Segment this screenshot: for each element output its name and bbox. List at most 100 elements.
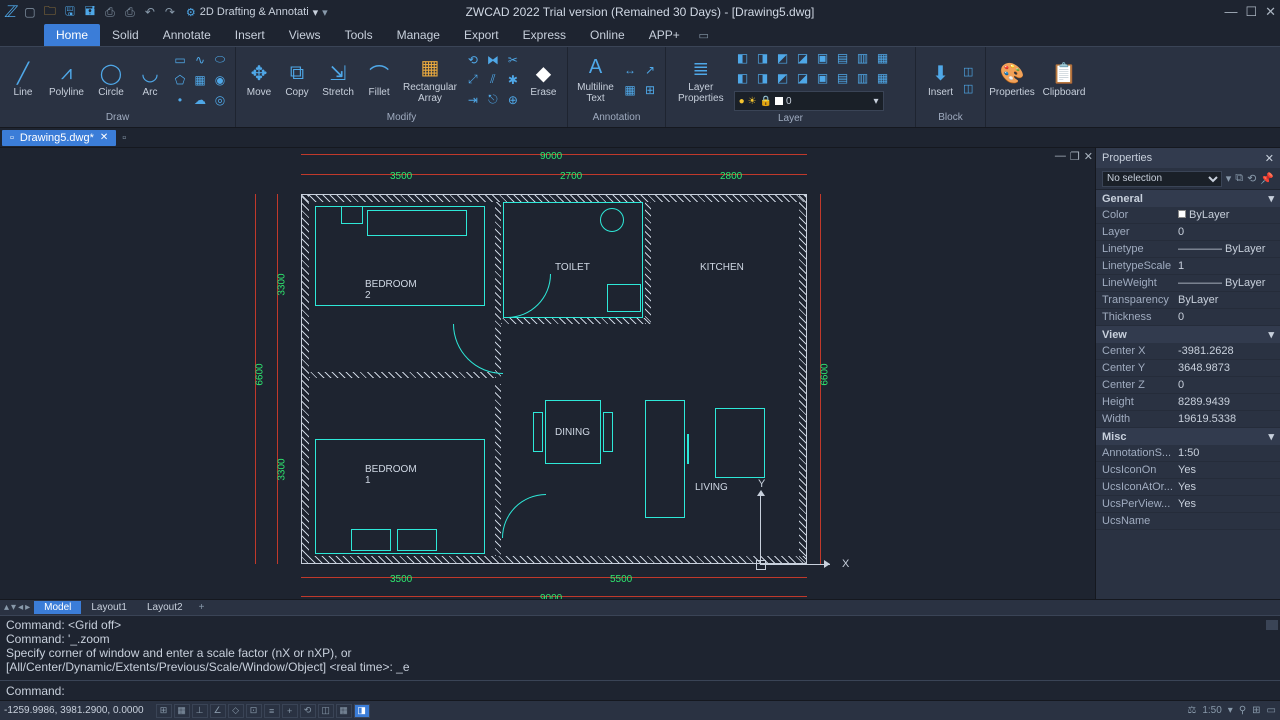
- section-general[interactable]: General▾: [1096, 190, 1280, 207]
- layer-tool-icon[interactable]: ▦: [874, 49, 892, 67]
- workspace-selector[interactable]: ⚙ 2D Drafting & Annotati ▾ ▾: [186, 6, 328, 19]
- anno-scale-icon[interactable]: ⚖: [1187, 705, 1196, 716]
- block-tool-icon[interactable]: ◫: [963, 65, 973, 78]
- extend-icon[interactable]: ⇥: [464, 91, 482, 109]
- nav-next-icon[interactable]: ▸: [25, 602, 30, 613]
- join-icon[interactable]: ⊕: [504, 91, 522, 109]
- polyline-button[interactable]: ⩘Polyline: [44, 59, 89, 100]
- prop-row[interactable]: LinetypeScale1: [1096, 258, 1280, 275]
- toggle-icon[interactable]: ⟲: [1247, 172, 1256, 185]
- model-toggle[interactable]: ◫: [318, 704, 334, 718]
- smartplot-icon[interactable]: ⎙: [122, 4, 138, 20]
- layout-tab-2[interactable]: Layout2: [137, 601, 193, 614]
- prop-row[interactable]: UcsIconOnYes: [1096, 462, 1280, 479]
- ribbon-tab-online[interactable]: Online: [578, 24, 637, 46]
- drawing-canvas[interactable]: — ❐ ✕ 9000 3500 2700 2800 6600 3300 3300…: [0, 148, 1095, 599]
- hatch-icon[interactable]: ▦: [191, 71, 209, 89]
- prop-row[interactable]: Width19619.5338: [1096, 411, 1280, 428]
- coordinates[interactable]: -1259.9986, 3981.2900, 0.0000: [4, 705, 144, 716]
- leader-icon[interactable]: ↗: [641, 61, 659, 79]
- layer-tool-icon[interactable]: ▣: [814, 49, 832, 67]
- clean-icon[interactable]: ▭: [1267, 705, 1276, 716]
- fillet-button[interactable]: ⌒Fillet: [362, 59, 396, 100]
- dyn-toggle[interactable]: +: [282, 704, 298, 718]
- layer-properties-button[interactable]: ≣Layer Properties: [672, 54, 730, 106]
- document-tab[interactable]: ▫ Drawing5.dwg* ✕: [2, 130, 116, 146]
- prop-row[interactable]: UcsPerView...Yes: [1096, 496, 1280, 513]
- osnap-toggle[interactable]: ◇: [228, 704, 244, 718]
- minimize-button[interactable]: —: [1224, 4, 1237, 20]
- saveas-icon[interactable]: 🖬: [82, 4, 98, 20]
- block-tool-icon[interactable]: ◫: [963, 82, 973, 95]
- ribbon-tab-annotate[interactable]: Annotate: [151, 24, 223, 46]
- layer-tool-icon[interactable]: ◨: [754, 49, 772, 67]
- line-button[interactable]: ╱Line: [6, 59, 40, 100]
- prop-row[interactable]: Thickness0: [1096, 309, 1280, 326]
- chevron-down-icon[interactable]: ▾: [1228, 705, 1233, 716]
- layer-combo[interactable]: ● ☀ 🔒 0 ▾: [734, 91, 884, 111]
- redo-icon[interactable]: ↷: [162, 4, 178, 20]
- ribbon-tab-app[interactable]: APP+: [637, 24, 692, 46]
- break-icon[interactable]: ⎋: [484, 91, 502, 109]
- layer-tool-icon[interactable]: ◧: [734, 69, 752, 87]
- otrack-toggle[interactable]: ⊡: [246, 704, 262, 718]
- revcloud-icon[interactable]: ☁: [191, 91, 209, 109]
- ribbon-tab-tools[interactable]: Tools: [333, 24, 385, 46]
- ribbon-extra-icon[interactable]: ▭: [692, 24, 716, 46]
- ribbon-tab-express[interactable]: Express: [511, 24, 578, 46]
- mdi-minimize[interactable]: —: [1055, 150, 1066, 163]
- workspace-icon[interactable]: ⊞: [1252, 705, 1260, 716]
- layer-tool-icon[interactable]: ◪: [794, 69, 812, 87]
- close-button[interactable]: ✕: [1265, 4, 1276, 20]
- plot-icon[interactable]: ⎙: [102, 4, 118, 20]
- layer-tool-icon[interactable]: ▦: [874, 69, 892, 87]
- layer-tool-icon[interactable]: ◧: [734, 49, 752, 67]
- arc-button[interactable]: ◡Arc: [133, 59, 167, 100]
- scale-label[interactable]: 1:50: [1202, 705, 1221, 716]
- prop-row[interactable]: LineWeight———— ByLayer: [1096, 275, 1280, 292]
- region-icon[interactable]: ◉: [211, 71, 229, 89]
- polygon-icon[interactable]: ⬠: [171, 71, 189, 89]
- ribbon-tab-insert[interactable]: Insert: [223, 24, 277, 46]
- clipboard-button[interactable]: 📋Clipboard: [1044, 59, 1084, 100]
- new-icon[interactable]: ▢: [22, 4, 38, 20]
- command-history[interactable]: Command: <Grid off> Command: '_.zoom Spe…: [0, 616, 1280, 680]
- prop-row[interactable]: ColorByLayer: [1096, 207, 1280, 224]
- layer-tool-icon[interactable]: ▤: [834, 49, 852, 67]
- table-icon[interactable]: ▦: [621, 81, 639, 99]
- layout-tab-1[interactable]: Layout1: [81, 601, 137, 614]
- point-icon[interactable]: •: [171, 91, 189, 109]
- mdi-close[interactable]: ✕: [1084, 150, 1093, 163]
- close-tab-button[interactable]: ✕: [100, 132, 108, 143]
- polar-toggle[interactable]: ∠: [210, 704, 226, 718]
- section-misc[interactable]: Misc▾: [1096, 428, 1280, 445]
- erase-button[interactable]: ◆Erase: [526, 59, 561, 100]
- ribbon-tab-export[interactable]: Export: [452, 24, 511, 46]
- maximize-button[interactable]: ☐: [1245, 4, 1257, 20]
- ribbon-tab-views[interactable]: Views: [277, 24, 333, 46]
- ribbon-tab-home[interactable]: Home: [44, 24, 100, 46]
- undo-icon[interactable]: ↶: [142, 4, 158, 20]
- ortho-toggle[interactable]: ⊥: [192, 704, 208, 718]
- mirror-icon[interactable]: ⧓: [484, 51, 502, 69]
- scale-icon[interactable]: ⤢: [464, 71, 482, 89]
- explode-icon[interactable]: ✱: [504, 71, 522, 89]
- sc-toggle[interactable]: ◨: [354, 704, 370, 718]
- stretch-button[interactable]: ⇲Stretch: [318, 59, 358, 100]
- lwt-toggle[interactable]: ≡: [264, 704, 280, 718]
- prop-row[interactable]: Center Z0: [1096, 377, 1280, 394]
- prop-row[interactable]: Linetype———— ByLayer: [1096, 241, 1280, 258]
- scrollbar[interactable]: [1266, 620, 1278, 630]
- qp-toggle[interactable]: ▦: [336, 704, 352, 718]
- prop-row[interactable]: TransparencyByLayer: [1096, 292, 1280, 309]
- save-icon[interactable]: 🖫: [62, 4, 78, 20]
- trim-icon[interactable]: ✂: [504, 51, 522, 69]
- mtext-button[interactable]: AMultiline Text: [574, 54, 617, 106]
- layout-tab-model[interactable]: Model: [34, 601, 81, 614]
- quick-select-icon[interactable]: ⧉: [1235, 172, 1243, 185]
- prop-row[interactable]: Height8289.9439: [1096, 394, 1280, 411]
- open-icon[interactable]: 🗀: [42, 4, 58, 20]
- copy-button[interactable]: ⧉Copy: [280, 59, 314, 100]
- donut-icon[interactable]: ◎: [211, 91, 229, 109]
- offset-icon[interactable]: ⫽: [484, 71, 502, 89]
